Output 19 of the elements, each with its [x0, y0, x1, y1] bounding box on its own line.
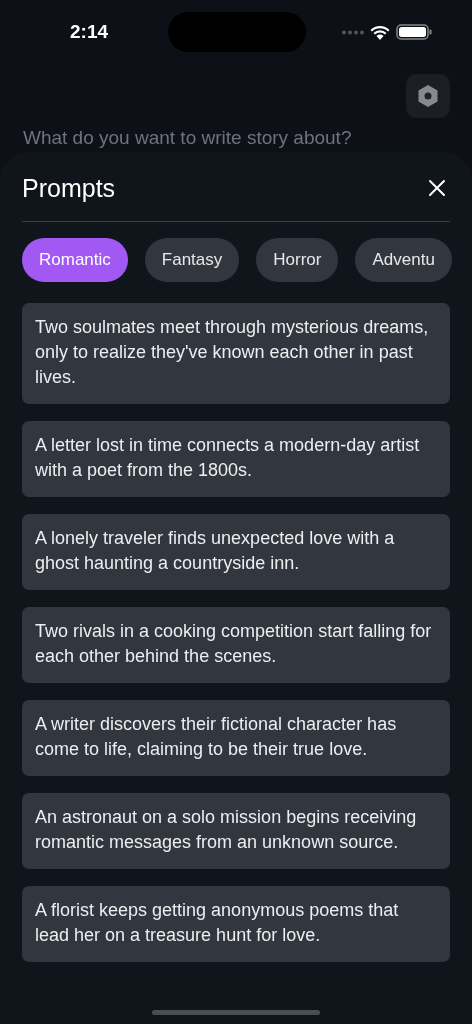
- category-tab[interactable]: Fantasy: [144, 238, 240, 282]
- prompt-card[interactable]: A lonely traveler finds unexpected love with a ghost haunting a countryside inn.: [22, 514, 450, 590]
- story-input[interactable]: What do you want to write story about?: [23, 126, 449, 150]
- category-tab[interactable]: Romantic: [22, 238, 128, 282]
- prompt-card[interactable]: A florist keeps getting anonymous poems that lead her on a treasure hunt for love.: [22, 886, 450, 962]
- battery-icon: [396, 24, 432, 40]
- prompt-card[interactable]: A writer discovers their fictional character has come to life, claiming to be their true love.: [22, 700, 450, 776]
- category-tab[interactable]: Horror: [256, 238, 339, 282]
- settings-button[interactable]: [406, 74, 450, 118]
- wifi-icon: [370, 24, 390, 40]
- signal-icon: [342, 29, 364, 35]
- prompt-card[interactable]: An astronaut on a solo mission begins receiving romantic messages from an unknown source.: [22, 793, 450, 869]
- gear-icon: [417, 84, 439, 108]
- prompt-card[interactable]: Two rivals in a cooking competition start falling for each other behind the scenes.: [22, 607, 450, 683]
- status-time: 2:14: [70, 21, 110, 43]
- prompt-card[interactable]: A letter lost in time connects a modern-day artist with a poet from the 1800s.: [22, 421, 450, 497]
- category-tab[interactable]: Adventu: [355, 238, 452, 282]
- prompt-card[interactable]: Two soulmates meet through mysterious dreams, only to realize they've known each other in past lives.: [22, 303, 450, 404]
- sheet-title: Prompts: [22, 173, 116, 203]
